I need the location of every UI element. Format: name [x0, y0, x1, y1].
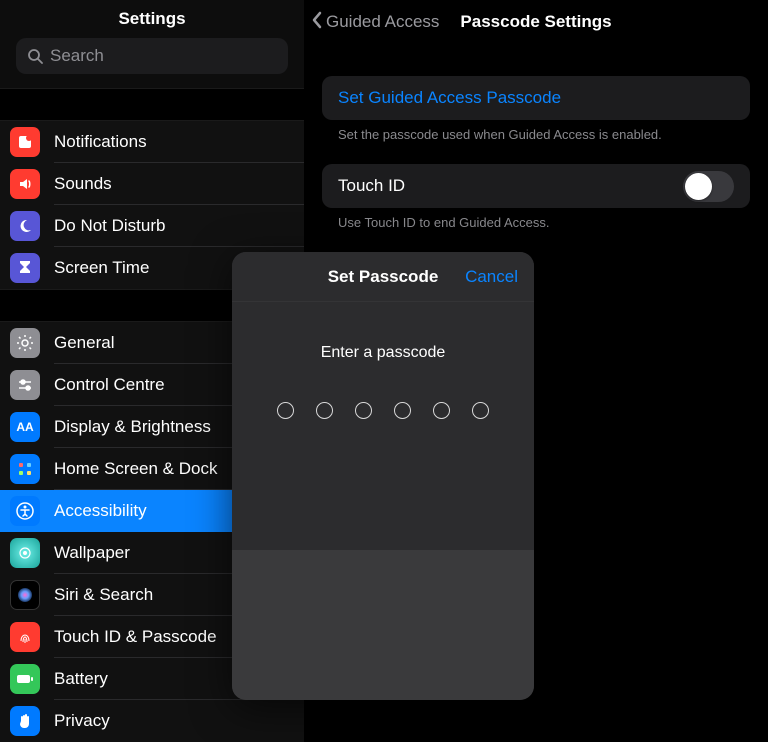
set-passcode-popover: Set Passcode Cancel Enter a passcode	[232, 252, 534, 700]
touch-id-label: Touch ID	[338, 176, 405, 196]
sidebar-item-label: Battery	[54, 669, 108, 689]
sidebar-item-label: Touch ID & Passcode	[54, 627, 217, 647]
chevron-left-icon	[310, 10, 324, 35]
sounds-icon	[10, 169, 40, 199]
sidebar-item-label: Privacy	[54, 711, 110, 731]
popover-title: Set Passcode	[328, 267, 439, 287]
touch-id-group: Touch ID Use Touch ID to end Guided Acce…	[322, 164, 750, 230]
sidebar-item-label: Do Not Disturb	[54, 216, 165, 236]
sidebar-item-label: Screen Time	[54, 258, 149, 278]
passcode-dot	[472, 402, 489, 419]
sliders-icon	[10, 370, 40, 400]
toggle-knob	[685, 173, 712, 200]
popover-body: Enter a passcode	[232, 302, 534, 550]
moon-icon	[10, 211, 40, 241]
search-input[interactable]	[50, 46, 278, 66]
cancel-button[interactable]: Cancel	[465, 267, 518, 287]
passcode-dot	[433, 402, 450, 419]
sidebar-item-label: Sounds	[54, 174, 112, 194]
sidebar-item-label: Accessibility	[54, 501, 147, 521]
touch-id-toggle[interactable]	[683, 171, 734, 202]
gear-icon	[10, 328, 40, 358]
set-passcode-footer: Set the passcode used when Guided Access…	[322, 120, 750, 142]
touch-id-row: Touch ID	[322, 164, 750, 208]
sidebar-item-label: Notifications	[54, 132, 147, 152]
sidebar-item-label: Siri & Search	[54, 585, 153, 605]
section-separator	[0, 88, 304, 121]
set-passcode-group: Set Guided Access Passcode Set the passc…	[322, 76, 750, 142]
wallpaper-icon	[10, 538, 40, 568]
set-guided-access-passcode-button[interactable]: Set Guided Access Passcode	[322, 76, 750, 120]
sidebar-item-sounds[interactable]: Sounds	[0, 163, 304, 205]
sidebar-item-privacy[interactable]: Privacy	[0, 700, 304, 742]
hourglass-icon	[10, 253, 40, 283]
passcode-prompt: Enter a passcode	[232, 344, 534, 362]
siri-icon	[10, 580, 40, 610]
back-label: Guided Access	[326, 12, 439, 32]
touch-id-footer: Use Touch ID to end Guided Access.	[322, 208, 750, 230]
back-button[interactable]: Guided Access	[304, 10, 439, 35]
cell-label: Set Guided Access Passcode	[338, 88, 561, 108]
sidebar-item-label: Display & Brightness	[54, 417, 211, 437]
battery-icon	[10, 664, 40, 694]
sidebar-item-notifications[interactable]: Notifications	[0, 121, 304, 163]
passcode-dot	[394, 402, 411, 419]
hand-icon	[10, 706, 40, 736]
sidebar-item-label: Control Centre	[54, 375, 165, 395]
search-field[interactable]	[16, 38, 288, 74]
passcode-dots	[232, 402, 534, 419]
sidebar-item-label: Home Screen & Dock	[54, 459, 217, 479]
popover-keypad-area[interactable]	[232, 550, 534, 700]
grid-icon	[10, 454, 40, 484]
search-icon	[26, 47, 44, 65]
sidebar-item-do-not-disturb[interactable]: Do Not Disturb	[0, 205, 304, 247]
passcode-dot	[355, 402, 372, 419]
search-container	[0, 38, 304, 88]
accessibility-icon	[10, 496, 40, 526]
fingerprint-icon	[10, 622, 40, 652]
popover-header: Set Passcode Cancel	[232, 252, 534, 302]
sidebar-item-label: Wallpaper	[54, 543, 130, 563]
text-size-icon: AA	[10, 412, 40, 442]
detail-navbar: Guided Access Passcode Settings	[304, 0, 768, 44]
sidebar-item-label: General	[54, 333, 114, 353]
passcode-dot	[316, 402, 333, 419]
notifications-icon	[10, 127, 40, 157]
sidebar-title: Settings	[0, 0, 304, 38]
passcode-dot	[277, 402, 294, 419]
